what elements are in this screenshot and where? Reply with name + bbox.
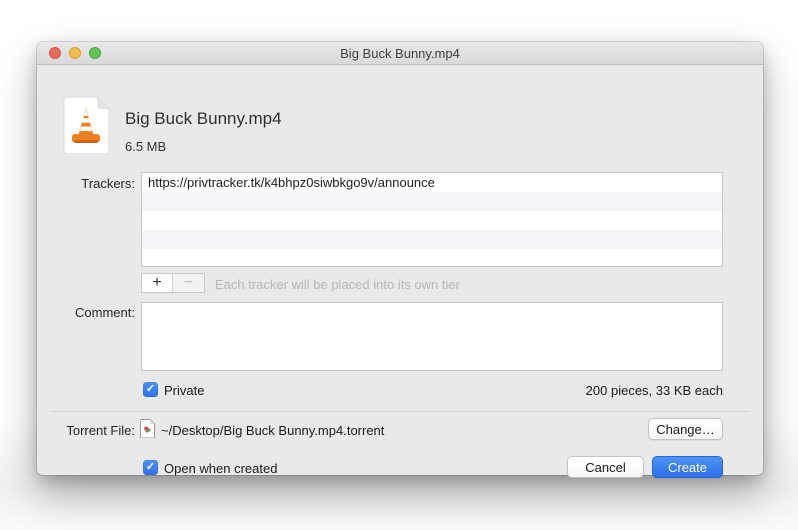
- tracker-tier-hint: Each tracker will be placed into its own…: [215, 277, 460, 292]
- create-torrent-dialog: Big Buck Bunny.mp4 Big Buck Bunny.mp4 6.…: [37, 42, 763, 475]
- file-name: Big Buck Bunny.mp4: [125, 109, 282, 129]
- tracker-row-empty[interactable]: [142, 192, 722, 211]
- comment-label: Comment:: [37, 305, 135, 320]
- tracker-row-empty[interactable]: [142, 211, 722, 230]
- private-checkbox-label: Private: [164, 383, 204, 398]
- tracker-row-empty[interactable]: [142, 230, 722, 249]
- open-when-created-label: Open when created: [164, 461, 277, 476]
- file-size: 6.5 MB: [125, 139, 166, 154]
- section-divider: [51, 411, 749, 412]
- cancel-button[interactable]: Cancel: [567, 456, 644, 478]
- trackers-label: Trackers:: [37, 176, 135, 191]
- tracker-row[interactable]: https://privtracker.tk/k4bhpz0siwbkgo9v/…: [142, 173, 722, 192]
- tracker-row-empty[interactable]: [142, 249, 722, 268]
- add-tracker-button[interactable]: +: [142, 274, 173, 292]
- create-button[interactable]: Create: [652, 456, 723, 478]
- title-bar[interactable]: Big Buck Bunny.mp4: [37, 42, 763, 65]
- private-checkbox[interactable]: [143, 382, 158, 397]
- torrent-file-path: ~/Desktop/Big Buck Bunny.mp4.torrent: [161, 423, 384, 438]
- open-when-created-checkbox[interactable]: [143, 460, 158, 475]
- tracker-add-remove-control: + −: [141, 273, 205, 293]
- pieces-info: 200 pieces, 33 KB each: [586, 383, 723, 398]
- remove-tracker-button[interactable]: −: [173, 274, 204, 292]
- window-title: Big Buck Bunny.mp4: [37, 46, 763, 61]
- change-button[interactable]: Change…: [648, 418, 723, 440]
- torrent-document-icon: [140, 419, 155, 438]
- vlc-file-icon: [62, 96, 110, 154]
- tracker-list[interactable]: https://privtracker.tk/k4bhpz0siwbkgo9v/…: [141, 172, 723, 267]
- dialog-content: Big Buck Bunny.mp4 6.5 MB Trackers: http…: [37, 66, 763, 475]
- torrent-file-label: Torrent File:: [37, 423, 135, 438]
- comment-input[interactable]: [141, 302, 723, 371]
